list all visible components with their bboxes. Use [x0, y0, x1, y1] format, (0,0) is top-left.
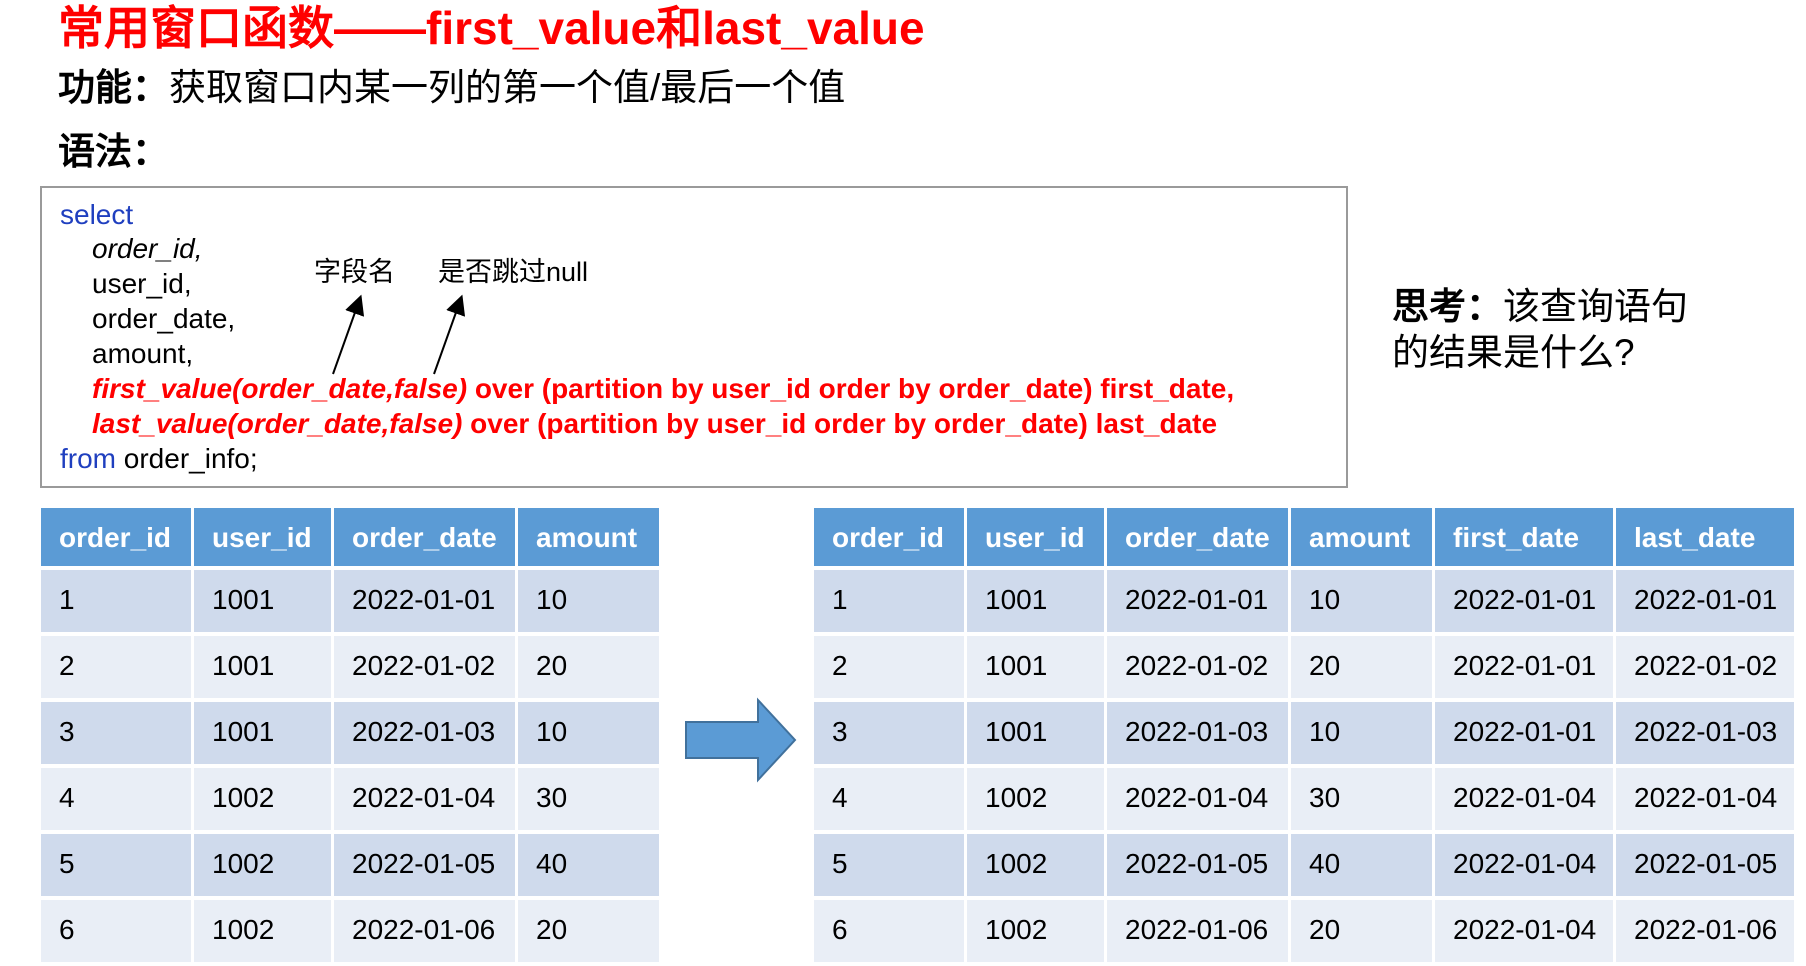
table-cell: 2022-01-01: [1435, 570, 1613, 632]
table-cell: 30: [518, 768, 659, 830]
table-cell: 2022-01-03: [1616, 702, 1794, 764]
table-cell: 1002: [967, 834, 1104, 896]
table-cell: 2022-01-06: [1616, 900, 1794, 962]
table-cell: 2022-01-02: [1107, 636, 1288, 698]
table-header-row: order_id user_id order_date amount first_dat…: [814, 508, 1794, 566]
table-cell: 2022-01-04: [1435, 834, 1613, 896]
table-cell: 2022-01-04: [1435, 900, 1613, 962]
column-header-first-date: first_date: [1435, 508, 1613, 566]
table-cell: 2022-01-02: [1616, 636, 1794, 698]
right-arrow-icon: [685, 697, 797, 783]
table-cell: 2022-01-02: [334, 636, 515, 698]
table-cell: 1001: [967, 702, 1104, 764]
column-header-last-date: last_date: [1616, 508, 1794, 566]
table-cell: 2022-01-05: [1107, 834, 1288, 896]
arrow-to-skip-null: [433, 294, 466, 375]
column-header-user-id: user_id: [967, 508, 1104, 566]
table-row: 1 1001 2022-01-01 10: [41, 570, 659, 632]
table-header-row: order_id user_id order_date amount: [41, 508, 659, 566]
column-header-order-id: order_id: [814, 508, 964, 566]
table-cell: 2022-01-01: [334, 570, 515, 632]
table-cell: 2022-01-06: [1107, 900, 1288, 962]
table-cell: 2022-01-01: [1435, 636, 1613, 698]
think-label: 思考：: [1392, 286, 1503, 327]
table-cell: 6: [41, 900, 191, 962]
table-cell: 2022-01-04: [1107, 768, 1288, 830]
table-cell: 2022-01-04: [1616, 768, 1794, 830]
table-cell: 2022-01-06: [334, 900, 515, 962]
table-cell: 20: [518, 900, 659, 962]
table-cell: 3: [814, 702, 964, 764]
table-cell: 1001: [967, 570, 1104, 632]
table-cell: 1: [41, 570, 191, 632]
table-cell: 20: [1291, 636, 1432, 698]
table-cell: 4: [814, 768, 964, 830]
table-row: 3 1001 2022-01-03 10 2022-01-01 2022-01-03: [814, 702, 1794, 764]
table-cell: 10: [1291, 702, 1432, 764]
table-cell: 1001: [194, 702, 331, 764]
table-cell: 2022-01-01: [1616, 570, 1794, 632]
table-cell: 1001: [194, 636, 331, 698]
column-header-user-id: user_id: [194, 508, 331, 566]
table-row: 2 1001 2022-01-02 20: [41, 636, 659, 698]
table-cell: 1002: [194, 900, 331, 962]
table-cell: 1001: [967, 636, 1104, 698]
column-header-order-id: order_id: [41, 508, 191, 566]
arrow-to-field-name: [332, 294, 365, 375]
table-cell: 30: [1291, 768, 1432, 830]
table-cell: 4: [41, 768, 191, 830]
table-cell: 1002: [194, 834, 331, 896]
table-cell: 40: [1291, 834, 1432, 896]
table-cell: 10: [518, 570, 659, 632]
column-header-amount: amount: [518, 508, 659, 566]
table-row: 3 1001 2022-01-03 10: [41, 702, 659, 764]
table-cell: 2: [814, 636, 964, 698]
table-cell: 1002: [194, 768, 331, 830]
table-cell: 2022-01-04: [334, 768, 515, 830]
table-cell: 2022-01-05: [1616, 834, 1794, 896]
source-table: order_id user_id order_date amount 1 1001 202…: [38, 504, 662, 966]
table-cell: 10: [518, 702, 659, 764]
table-cell: 2022-01-03: [334, 702, 515, 764]
table-row: 6 1002 2022-01-06 20 2022-01-04 2022-01-06: [814, 900, 1794, 962]
column-header-order-date: order_date: [334, 508, 515, 566]
table-row: 5 1002 2022-01-05 40: [41, 834, 659, 896]
result-table: order_id user_id order_date amount first_dat…: [811, 504, 1797, 966]
table-cell: 40: [518, 834, 659, 896]
table-row: 4 1002 2022-01-04 30 2022-01-04 2022-01-04: [814, 768, 1794, 830]
table-cell: 20: [1291, 900, 1432, 962]
table-row: 6 1002 2022-01-06 20: [41, 900, 659, 962]
table-cell: 1: [814, 570, 964, 632]
table-cell: 1001: [194, 570, 331, 632]
table-cell: 6: [814, 900, 964, 962]
table-row: 1 1001 2022-01-01 10 2022-01-01 2022-01-01: [814, 570, 1794, 632]
table-cell: 10: [1291, 570, 1432, 632]
think-question: 思考：该查询语句的结果是什么?: [1392, 284, 1722, 376]
table-cell: 2022-01-01: [1435, 702, 1613, 764]
table-cell: 1002: [967, 900, 1104, 962]
table-cell: 2022-01-04: [1435, 768, 1613, 830]
column-header-order-date: order_date: [1107, 508, 1288, 566]
table-cell: 2: [41, 636, 191, 698]
table-cell: 1002: [967, 768, 1104, 830]
table-cell: 5: [814, 834, 964, 896]
table-cell: 2022-01-03: [1107, 702, 1288, 764]
column-header-amount: amount: [1291, 508, 1432, 566]
table-row: 2 1001 2022-01-02 20 2022-01-01 2022-01-02: [814, 636, 1794, 698]
table-cell: 20: [518, 636, 659, 698]
table-cell: 2022-01-05: [334, 834, 515, 896]
table-row: 4 1002 2022-01-04 30: [41, 768, 659, 830]
table-cell: 3: [41, 702, 191, 764]
table-cell: 2022-01-01: [1107, 570, 1288, 632]
table-cell: 5: [41, 834, 191, 896]
table-row: 5 1002 2022-01-05 40 2022-01-04 2022-01-05: [814, 834, 1794, 896]
